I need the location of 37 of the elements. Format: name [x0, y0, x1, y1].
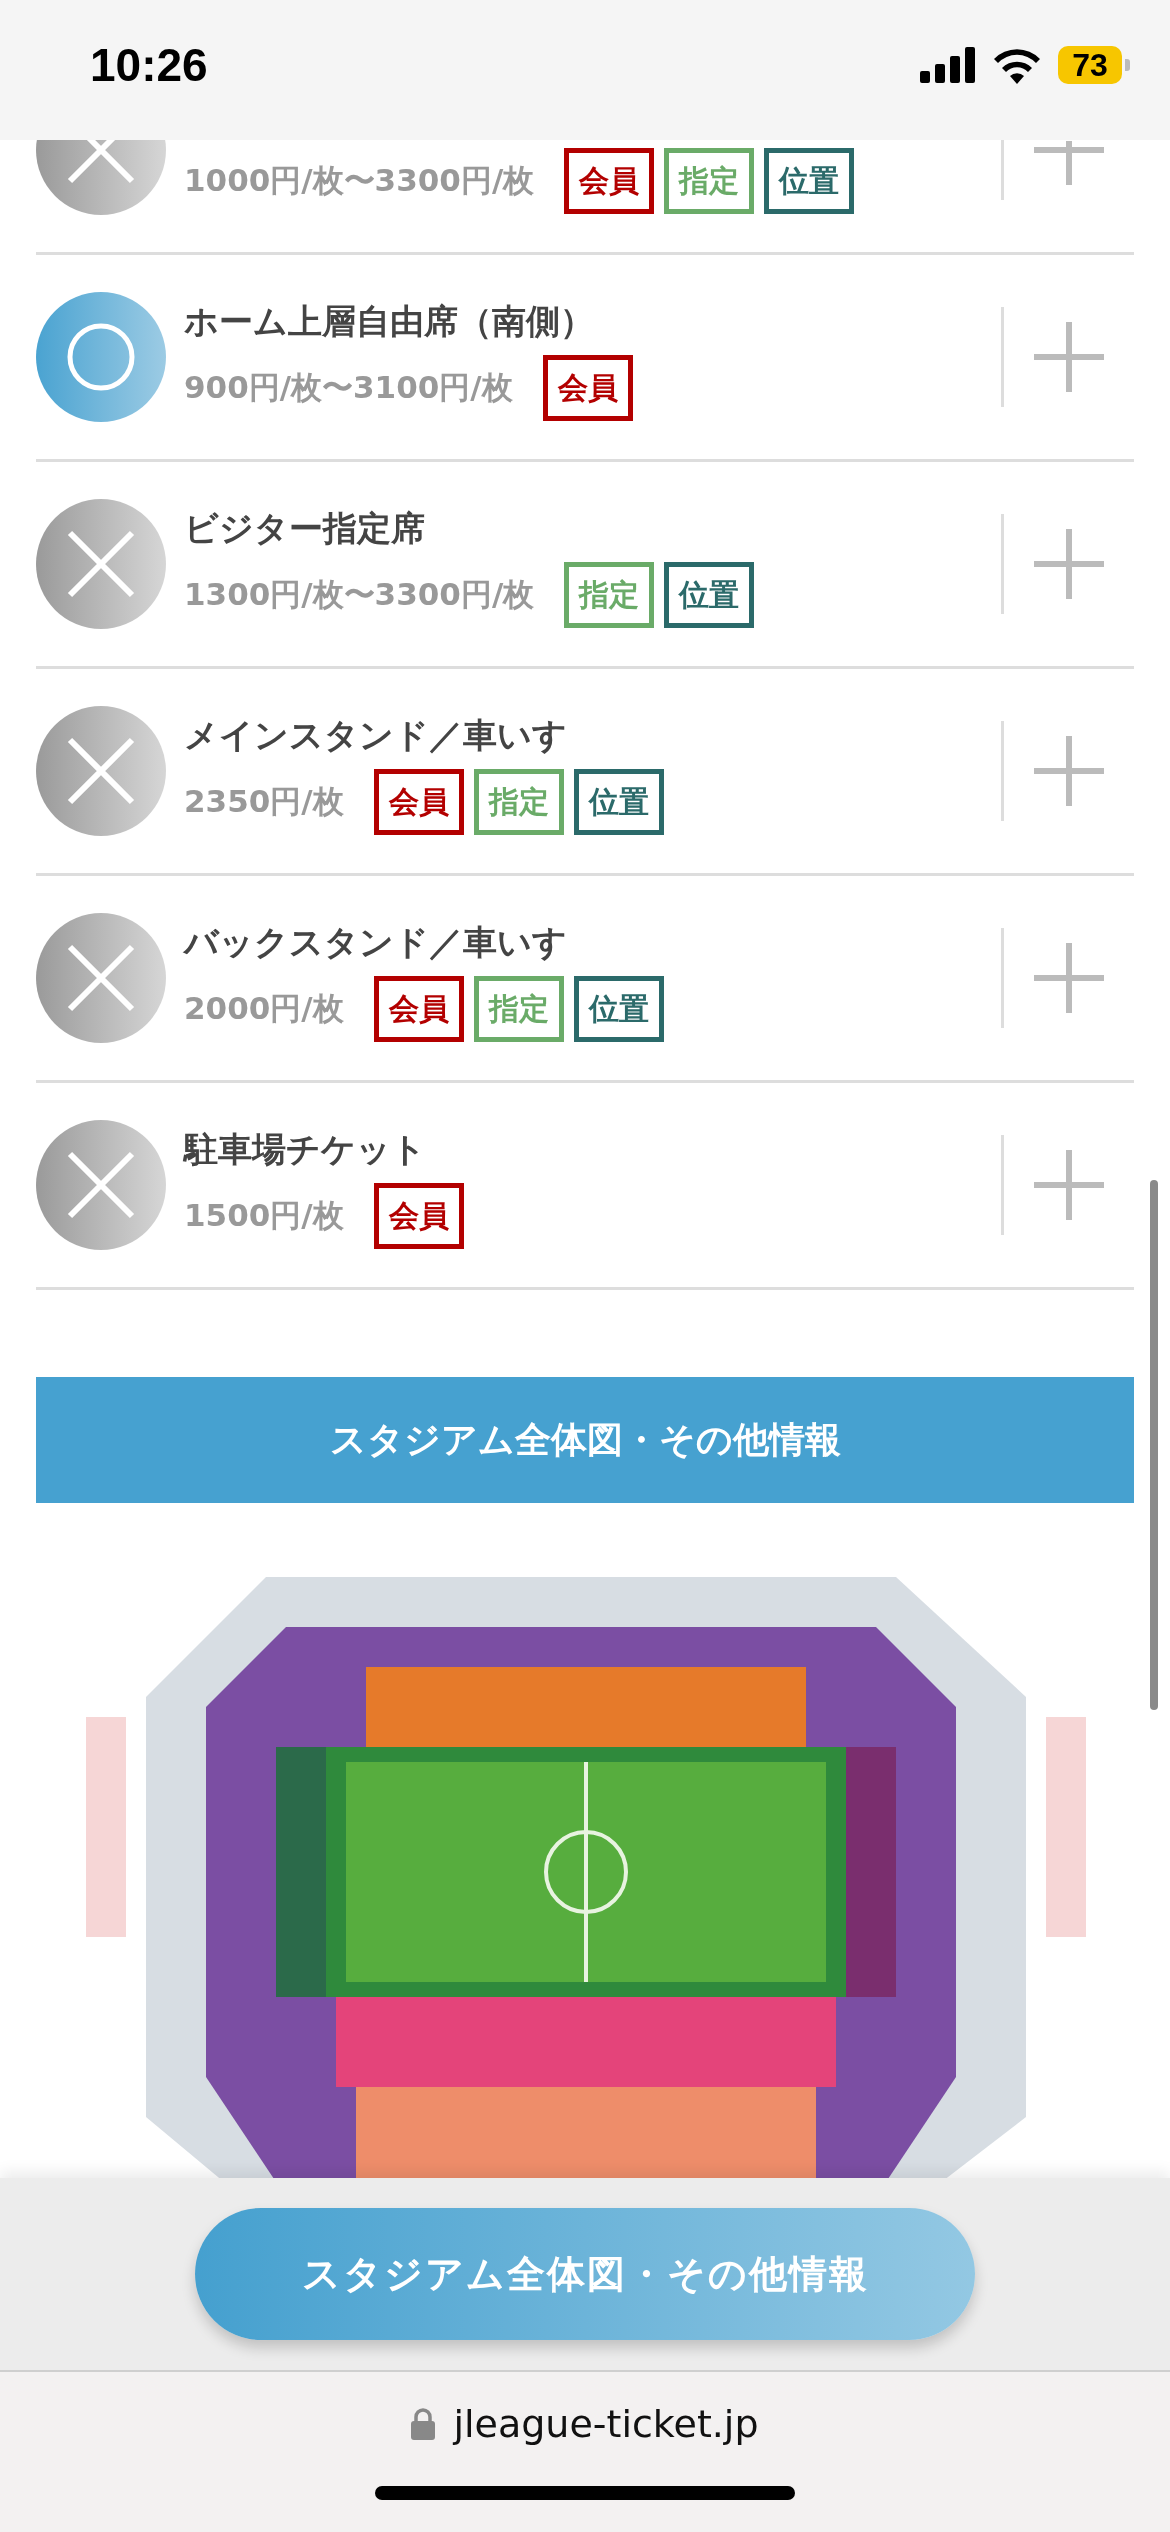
add-icon[interactable]	[1034, 943, 1104, 1013]
ticket-tag: 指定	[473, 976, 564, 1042]
add-icon[interactable]	[1034, 736, 1104, 806]
add-icon[interactable]	[1034, 322, 1104, 392]
wifi-icon	[992, 46, 1042, 84]
seat-name: ホーム上層自由席（南側）	[184, 300, 595, 343]
ticket-price: 1500円/枚	[184, 1196, 344, 1235]
ticket-price: 2350円/枚	[184, 782, 344, 821]
seat-name: 駐車場チケット	[184, 1128, 427, 1171]
home-indicator[interactable]	[375, 2486, 795, 2500]
ticket-tag: 指定	[564, 562, 655, 628]
ticket-price: 1300円/枚〜3300円/枚	[184, 575, 535, 614]
ticket-tag: 会員	[373, 976, 464, 1042]
ticket-tag: 会員	[542, 355, 633, 421]
section-title: スタジアム全体図・その他情報	[329, 1417, 841, 1462]
ticket-tag: 指定	[473, 769, 564, 835]
ticket-tag[interactable]: 位置	[573, 769, 664, 835]
clock-time: 10:26	[90, 38, 208, 92]
seat-name: メインスタンド／車いす	[184, 714, 568, 757]
seat-name: ビジター指定席	[184, 507, 426, 550]
seat-name: バックスタンド／車いす	[184, 921, 568, 964]
ticket-tag[interactable]: 位置	[573, 976, 664, 1042]
ticket-price: 2000円/枚	[184, 989, 344, 1028]
ticket-tag: 会員	[564, 148, 655, 214]
lock-icon	[411, 2408, 436, 2440]
add-icon[interactable]	[1034, 529, 1104, 599]
ticket-tag: 会員	[373, 769, 464, 835]
ticket-tag: 指定	[664, 148, 755, 214]
add-icon[interactable]	[1034, 141, 1104, 185]
ticket-price: 900円/枚〜3100円/枚	[184, 368, 513, 407]
ticket-price: 1000円/枚〜3300円/枚	[184, 161, 535, 200]
url-text[interactable]: jleague-ticket.jp	[453, 2402, 759, 2446]
ticket-tag: 会員	[373, 1183, 464, 1249]
ticket-tag[interactable]: 位置	[764, 148, 855, 214]
signal-icon	[920, 47, 976, 83]
ticket-tag[interactable]: 位置	[664, 562, 755, 628]
add-icon[interactable]	[1034, 1150, 1104, 1220]
